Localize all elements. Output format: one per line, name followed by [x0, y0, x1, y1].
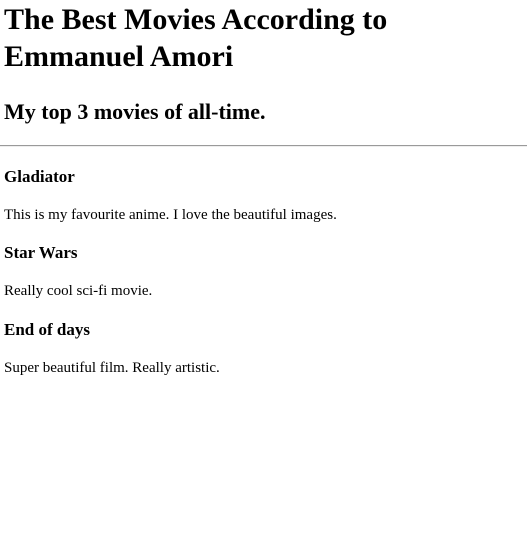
movie-title: Star Wars: [4, 243, 78, 262]
movie-entry-gladiator: Gladiator This is my favourite anime. I …: [4, 167, 527, 224]
movie-entry-end-of-days: End of days Super beautiful film. Really…: [4, 320, 527, 377]
movie-description: Super beautiful film. Really artistic.: [4, 360, 220, 376]
movie-title: Gladiator: [4, 167, 75, 186]
page-title: The Best Movies According to Emmanuel Am…: [4, 3, 388, 73]
movie-description: Really cool sci-fi movie.: [4, 283, 153, 299]
movie-entry-star-wars: Star Wars Really cool sci-fi movie.: [4, 243, 527, 300]
movie-description: This is my favourite anime. I love the b…: [4, 207, 337, 223]
divider: [0, 145, 527, 147]
page-subtitle: My top 3 movies of all-time.: [4, 99, 266, 124]
movie-title: End of days: [4, 320, 90, 339]
